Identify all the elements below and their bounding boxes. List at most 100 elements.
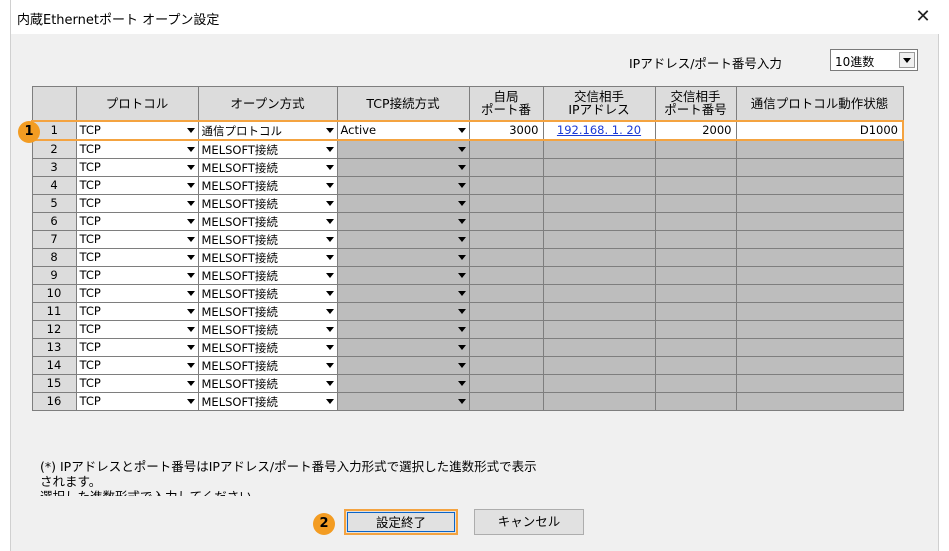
close-icon[interactable]: ✕ — [910, 4, 936, 30]
chevron-down-icon[interactable] — [186, 200, 195, 206]
chevron-down-icon[interactable] — [457, 344, 466, 350]
tcp-method-select[interactable] — [336, 283, 470, 303]
chevron-down-icon[interactable] — [186, 182, 195, 188]
protocol-select[interactable]: TCP — [75, 211, 199, 231]
status-field[interactable]: D1000 — [735, 119, 904, 141]
chevron-down-icon[interactable] — [325, 127, 334, 133]
chevron-down-icon[interactable] — [186, 290, 195, 296]
protocol-select[interactable]: TCP — [75, 265, 199, 285]
tcp-method-select[interactable] — [336, 175, 470, 195]
chevron-down-icon[interactable] — [325, 362, 334, 368]
open-method-select[interactable]: 通信プロトコル — [197, 119, 338, 141]
tcp-method-select[interactable] — [336, 373, 470, 393]
tcp-method-select[interactable] — [336, 391, 470, 411]
open-method-select[interactable]: MELSOFT接続 — [197, 139, 338, 159]
chevron-down-icon[interactable] — [457, 380, 466, 386]
open-method-select[interactable]: MELSOFT接続 — [197, 337, 338, 357]
open-method-select[interactable]: MELSOFT接続 — [197, 247, 338, 267]
protocol-select[interactable]: TCP — [75, 175, 199, 195]
chevron-down-icon[interactable] — [186, 254, 195, 260]
chevron-down-icon[interactable] — [457, 236, 466, 242]
chevron-down-icon[interactable] — [457, 254, 466, 260]
chevron-down-icon[interactable] — [457, 200, 466, 206]
chevron-down-icon[interactable] — [325, 182, 334, 188]
chevron-down-icon[interactable] — [457, 182, 466, 188]
chevron-down-icon[interactable] — [325, 254, 334, 260]
chevron-down-icon[interactable] — [186, 236, 195, 242]
chevron-down-icon[interactable] — [899, 52, 915, 68]
chevron-down-icon[interactable] — [325, 344, 334, 350]
protocol-select[interactable]: TCP — [75, 229, 199, 249]
chevron-down-icon[interactable] — [325, 380, 334, 386]
chevron-down-icon[interactable] — [325, 218, 334, 224]
protocol-select[interactable]: TCP — [75, 391, 199, 411]
protocol-select[interactable]: TCP — [75, 193, 199, 213]
chevron-down-icon[interactable] — [186, 326, 195, 332]
chevron-down-icon[interactable] — [325, 272, 334, 278]
open-method-select[interactable]: MELSOFT接続 — [197, 301, 338, 321]
open-method-select[interactable]: MELSOFT接続 — [197, 319, 338, 339]
protocol-select[interactable]: TCP — [75, 247, 199, 267]
tcp-method-select[interactable] — [336, 139, 470, 159]
chevron-down-icon[interactable] — [186, 380, 195, 386]
tcp-method-select[interactable] — [336, 301, 470, 321]
chevron-down-icon[interactable] — [325, 236, 334, 242]
chevron-down-icon[interactable] — [186, 362, 195, 368]
chevron-down-icon[interactable] — [457, 146, 466, 152]
open-method-select[interactable]: MELSOFT接続 — [197, 157, 338, 177]
chevron-down-icon[interactable] — [186, 164, 195, 170]
tcp-method-select[interactable] — [336, 337, 470, 357]
chevron-down-icon[interactable] — [186, 344, 195, 350]
chevron-down-icon[interactable] — [325, 290, 334, 296]
chevron-down-icon[interactable] — [457, 398, 466, 404]
chevron-down-icon[interactable] — [325, 308, 334, 314]
chevron-down-icon[interactable] — [457, 290, 466, 296]
open-method-select[interactable]: MELSOFT接続 — [197, 355, 338, 375]
chevron-down-icon[interactable] — [325, 146, 334, 152]
protocol-select[interactable]: TCP — [75, 355, 199, 375]
tcp-method-select[interactable] — [336, 247, 470, 267]
tcp-method-select[interactable] — [336, 319, 470, 339]
protocol-select[interactable]: TCP — [75, 157, 199, 177]
chevron-down-icon[interactable] — [325, 398, 334, 404]
protocol-select[interactable]: TCP — [75, 319, 199, 339]
open-method-select[interactable]: MELSOFT接続 — [197, 175, 338, 195]
ip-input-format-select[interactable]: 10進数 — [830, 49, 918, 71]
remote-port-field[interactable]: 2000 — [654, 119, 737, 141]
tcp-method-select[interactable] — [336, 229, 470, 249]
open-method-select[interactable]: MELSOFT接続 — [197, 283, 338, 303]
tcp-method-select[interactable] — [336, 211, 470, 231]
open-method-select[interactable]: MELSOFT接続 — [197, 229, 338, 249]
cancel-button[interactable]: キャンセル — [474, 509, 584, 535]
open-method-select[interactable]: MELSOFT接続 — [197, 265, 338, 285]
chevron-down-icon[interactable] — [186, 127, 195, 133]
tcp-method-select[interactable] — [336, 265, 470, 285]
chevron-down-icon[interactable] — [457, 218, 466, 224]
chevron-down-icon[interactable] — [457, 127, 466, 133]
chevron-down-icon[interactable] — [186, 146, 195, 152]
protocol-select[interactable]: TCP — [75, 301, 199, 321]
open-method-select[interactable]: MELSOFT接続 — [197, 373, 338, 393]
protocol-select[interactable]: TCP — [75, 139, 199, 159]
chevron-down-icon[interactable] — [186, 272, 195, 278]
chevron-down-icon[interactable] — [186, 308, 195, 314]
protocol-select[interactable]: TCP — [75, 119, 199, 141]
chevron-down-icon[interactable] — [186, 398, 195, 404]
chevron-down-icon[interactable] — [325, 200, 334, 206]
open-method-select[interactable]: MELSOFT接続 — [197, 211, 338, 231]
tcp-method-select[interactable] — [336, 355, 470, 375]
tcp-method-select[interactable]: Active — [336, 119, 470, 141]
protocol-select[interactable]: TCP — [75, 283, 199, 303]
chevron-down-icon[interactable] — [325, 326, 334, 332]
own-port-field[interactable]: 3000 — [468, 119, 544, 141]
open-method-select[interactable]: MELSOFT接続 — [197, 391, 338, 411]
finish-settings-button[interactable]: 設定終了 — [344, 509, 458, 535]
chevron-down-icon[interactable] — [457, 164, 466, 170]
protocol-select[interactable]: TCP — [75, 337, 199, 357]
protocol-select[interactable]: TCP — [75, 373, 199, 393]
chevron-down-icon[interactable] — [186, 218, 195, 224]
chevron-down-icon[interactable] — [457, 326, 466, 332]
chevron-down-icon[interactable] — [457, 308, 466, 314]
chevron-down-icon[interactable] — [325, 164, 334, 170]
open-method-select[interactable]: MELSOFT接続 — [197, 193, 338, 213]
